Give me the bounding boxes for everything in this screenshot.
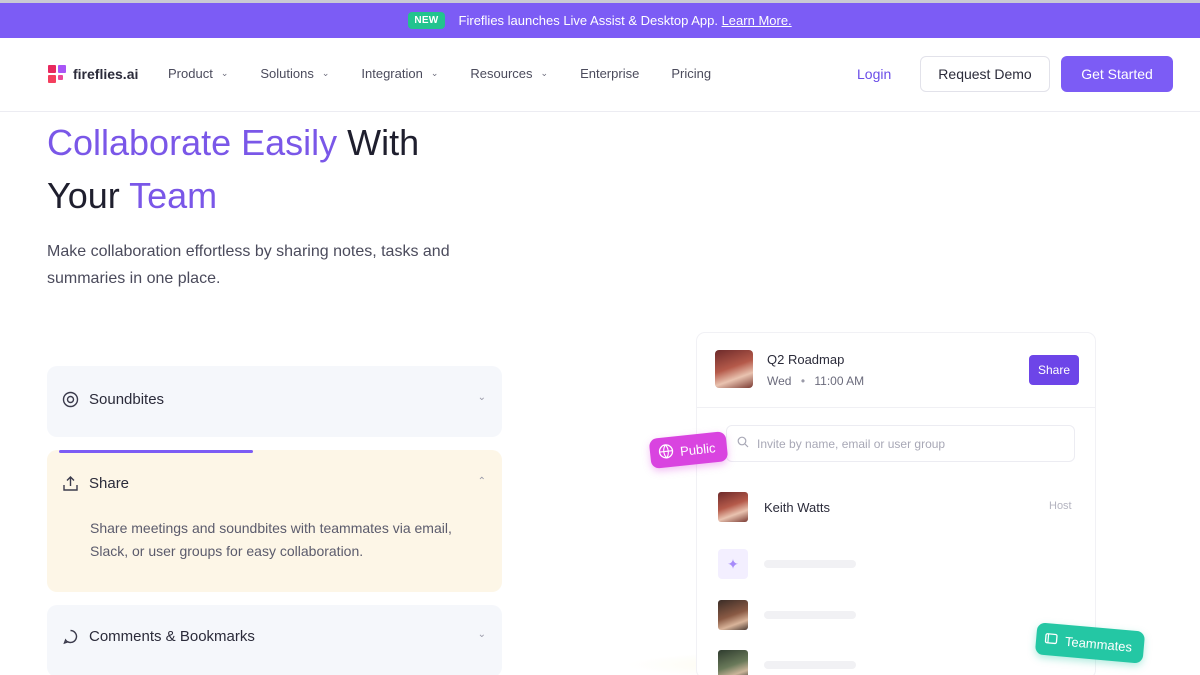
invite-input[interactable]: Invite by name, email or user group	[726, 425, 1075, 462]
hero-title: Collaborate Easily With Your Team	[47, 116, 567, 222]
feature-label: Comments & Bookmarks	[89, 627, 255, 645]
logo-text: fireflies.ai	[73, 66, 139, 82]
hero-title-text: With	[337, 122, 420, 163]
search-icon	[737, 436, 749, 451]
member-row: ✦	[718, 549, 856, 579]
nav-item-resources[interactable]: Resources ⌄	[470, 66, 548, 81]
meeting-day: Wed	[767, 374, 792, 388]
comment-icon	[61, 627, 79, 645]
announcement-bar: NEW Fireflies launches Live Assist & Des…	[0, 3, 1200, 38]
feature-description: Share meetings and soundbites with teamm…	[90, 520, 452, 559]
nav-label: Solutions	[260, 66, 314, 81]
avatar	[718, 650, 748, 675]
nav-menu: Product ⌄ Solutions ⌄ Integration ⌄ Resourc…	[168, 66, 743, 81]
nav-item-product[interactable]: Product ⌄	[168, 66, 228, 81]
feature-soundbites[interactable]: Soundbites ⌄	[47, 366, 502, 437]
nav-label: Pricing	[671, 66, 712, 81]
member-row-host: Keith Watts	[718, 492, 830, 522]
chevron-down-icon: ⌄	[477, 392, 486, 403]
avatar	[715, 350, 753, 388]
hero-title-highlight: Team	[129, 175, 218, 216]
meeting-clock: 11:00 AM	[814, 374, 865, 388]
get-started-button[interactable]: Get Started	[1061, 56, 1173, 92]
nav-label: Resources	[470, 66, 533, 81]
avatar	[718, 492, 748, 522]
fireflies-logo-icon	[48, 65, 66, 83]
chevron-down-icon: ⌄	[321, 68, 330, 78]
share-upload-icon	[61, 474, 79, 492]
member-row	[718, 600, 856, 630]
feature-progress-track	[59, 450, 490, 453]
feature-comments-bookmarks[interactable]: Comments & Bookmarks ⌄	[47, 605, 502, 675]
announcement-text: Fireflies launches Live Assist & Desktop…	[458, 13, 718, 28]
play-circle-icon	[61, 390, 79, 408]
share-button[interactable]: Share	[1029, 355, 1079, 385]
invite-placeholder: Invite by name, email or user group	[757, 436, 946, 451]
chevron-down-icon: ⌄	[220, 68, 229, 78]
placeholder-bar	[764, 661, 856, 669]
nav-label: Integration	[361, 66, 423, 81]
hero-title-highlight: Collaborate Easily	[47, 122, 338, 163]
nav-label: Enterprise	[580, 66, 640, 81]
main-nav: fireflies.ai Product ⌄ Solutions ⌄ Integra…	[0, 38, 1200, 112]
chevron-down-icon: ⌄	[540, 68, 549, 78]
placeholder-bar	[764, 611, 856, 619]
nav-item-pricing[interactable]: Pricing	[671, 66, 711, 81]
feature-label: Share	[89, 474, 130, 492]
hero-subtitle: Make collaboration effortless by sharing…	[47, 243, 450, 287]
meeting-time: Wed • 11:00 AM	[767, 374, 865, 388]
feature-share[interactable]: Share ⌃ Share meetings and soundbites wi…	[47, 450, 502, 592]
nav-item-integration[interactable]: Integration ⌄	[361, 66, 438, 81]
meeting-avatar	[715, 350, 753, 388]
member-row	[718, 650, 856, 675]
public-label: Public	[679, 439, 717, 459]
folder-icon	[1043, 631, 1058, 649]
globe-icon	[657, 442, 675, 463]
nav-item-enterprise[interactable]: Enterprise	[580, 66, 639, 81]
member-name: Keith Watts	[764, 499, 830, 515]
request-demo-button[interactable]: Request Demo	[920, 56, 1050, 92]
divider	[697, 407, 1095, 408]
new-badge: NEW	[408, 12, 445, 29]
learn-more-link[interactable]: Learn More.	[722, 13, 792, 28]
hero-title-text: Your	[47, 175, 130, 216]
chevron-down-icon: ⌄	[477, 629, 486, 640]
meeting-title: Q2 Roadmap	[767, 352, 845, 367]
chevron-up-icon: ⌃	[477, 476, 486, 487]
feature-progress-fill	[59, 450, 253, 453]
placeholder-bar	[764, 560, 856, 568]
fireflies-logo[interactable]: fireflies.ai	[48, 65, 138, 83]
nav-label: Product	[168, 66, 213, 81]
nav-item-solutions[interactable]: Solutions ⌄	[260, 66, 329, 81]
chevron-down-icon: ⌄	[430, 68, 439, 78]
login-link[interactable]: Login	[857, 66, 891, 82]
avatar	[718, 600, 748, 630]
teammates-label: Teammates	[1064, 633, 1133, 655]
sparkle-icon: ✦	[718, 549, 748, 579]
member-role: Host	[1049, 500, 1072, 512]
feature-label: Soundbites	[89, 390, 165, 408]
